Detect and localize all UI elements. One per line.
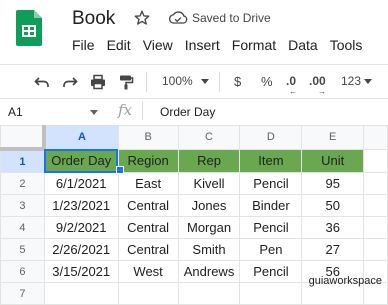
watermark: guiaworkspace <box>308 275 382 287</box>
fill-handle[interactable] <box>116 166 124 174</box>
table-cell[interactable]: Andrews <box>177 260 241 283</box>
toolbar-divider <box>219 72 220 92</box>
table-cell[interactable]: Morgan <box>177 216 241 239</box>
menu-insert[interactable]: Insert <box>185 37 220 53</box>
arrow-left-icon: ← <box>289 87 297 96</box>
table-cell[interactable]: 95 <box>301 172 365 195</box>
table-cell[interactable]: Central <box>117 216 179 239</box>
select-all-corner[interactable] <box>0 125 47 151</box>
toolbar-divider <box>146 72 147 92</box>
table-cell[interactable]: 1/23/2021 <box>43 194 119 217</box>
row-header[interactable]: 6 <box>0 260 45 283</box>
decrease-decimal-button[interactable]: .0 <box>286 74 296 88</box>
table-cell[interactable]: Central <box>117 238 179 261</box>
currency-format-button[interactable]: $ <box>234 74 241 89</box>
cell-a1[interactable]: Order Day <box>43 148 119 173</box>
arrow-right-icon: → <box>318 87 326 96</box>
table-cell[interactable]: 6/1/2021 <box>43 172 119 195</box>
table-cell[interactable]: Pen <box>239 238 303 261</box>
formula-divider <box>142 102 143 120</box>
row-header[interactable]: 3 <box>0 194 45 217</box>
menu-edit[interactable]: Edit <box>107 37 131 53</box>
table-cell[interactable] <box>239 282 303 305</box>
cell-c1[interactable]: Rep <box>177 148 241 173</box>
table-cell[interactable] <box>43 282 119 305</box>
menu-format[interactable]: Format <box>232 37 276 53</box>
paint-format-icon[interactable] <box>118 74 134 90</box>
table-cell[interactable]: 50 <box>301 194 365 217</box>
chevron-down-icon <box>201 79 209 84</box>
table-cell[interactable] <box>363 238 388 261</box>
row-header[interactable]: 5 <box>0 238 45 261</box>
table-cell[interactable] <box>117 282 179 305</box>
table-cell[interactable]: Binder <box>239 194 303 217</box>
column-header-f[interactable] <box>363 125 388 150</box>
cloud-saved-icon[interactable] <box>168 11 188 25</box>
menu-tools[interactable]: Tools <box>330 37 363 53</box>
table-cell[interactable]: Central <box>117 194 179 217</box>
menu-file[interactable]: File <box>72 37 95 53</box>
cell-f1[interactable] <box>363 148 388 173</box>
chevron-down-icon[interactable] <box>90 110 98 115</box>
table-cell[interactable]: 36 <box>301 216 365 239</box>
row-header[interactable]: 1 <box>0 148 45 173</box>
column-header-d[interactable]: D <box>239 125 303 150</box>
table-cell[interactable]: Pencil <box>239 260 303 283</box>
cell-d1[interactable]: Item <box>239 148 303 173</box>
column-header-b[interactable]: B <box>117 125 179 150</box>
cell-b1[interactable]: Region <box>117 148 179 173</box>
save-status: Saved to Drive <box>192 11 271 25</box>
document-title[interactable]: Book <box>72 8 115 30</box>
menu-view[interactable]: View <box>143 37 173 53</box>
table-cell[interactable]: 3/15/2021 <box>43 260 119 283</box>
column-header-a[interactable]: A <box>43 125 119 150</box>
table-cell[interactable]: Pencil <box>239 216 303 239</box>
table-cell[interactable]: 27 <box>301 238 365 261</box>
print-icon[interactable] <box>90 74 106 90</box>
star-icon[interactable] <box>133 9 151 27</box>
table-cell[interactable]: West <box>117 260 179 283</box>
menu-data[interactable]: Data <box>288 37 318 53</box>
table-cell[interactable] <box>363 194 388 217</box>
column-header-c[interactable]: C <box>177 125 241 150</box>
fx-icon: fx <box>118 101 133 119</box>
table-cell[interactable]: 2/26/2021 <box>43 238 119 261</box>
table-cell[interactable] <box>363 172 388 195</box>
table-cell[interactable]: Kivell <box>177 172 241 195</box>
table-cell[interactable]: Pencil <box>239 172 303 195</box>
undo-icon[interactable] <box>34 74 50 90</box>
table-cell[interactable] <box>363 216 388 239</box>
row-header[interactable]: 7 <box>0 282 45 305</box>
row-header[interactable]: 2 <box>0 172 45 195</box>
toolbar: 100% $ % .0 ← .00 → 123 <box>0 64 388 99</box>
table-cell[interactable]: 9/2/2021 <box>43 216 119 239</box>
increase-decimal-button[interactable]: .00 <box>309 74 326 88</box>
column-header-e[interactable]: E <box>301 125 365 150</box>
table-cell[interactable]: East <box>117 172 179 195</box>
sheets-logo-icon[interactable] <box>16 10 42 46</box>
row-header[interactable]: 4 <box>0 216 45 239</box>
name-box[interactable]: A1 <box>8 105 23 119</box>
cell-e1[interactable]: Unit <box>301 148 365 173</box>
menu-bar: File Edit View Insert Format Data Tools <box>72 37 374 53</box>
zoom-select[interactable]: 100% <box>162 74 193 88</box>
redo-icon[interactable] <box>62 74 78 90</box>
table-cell[interactable] <box>177 282 241 305</box>
formula-input[interactable]: Order Day <box>160 105 215 119</box>
percent-format-button[interactable]: % <box>261 74 273 89</box>
table-cell[interactable]: Jones <box>177 194 241 217</box>
table-cell[interactable]: Smith <box>177 238 241 261</box>
chevron-down-icon <box>364 79 372 84</box>
more-formats-button[interactable]: 123 <box>341 74 361 88</box>
